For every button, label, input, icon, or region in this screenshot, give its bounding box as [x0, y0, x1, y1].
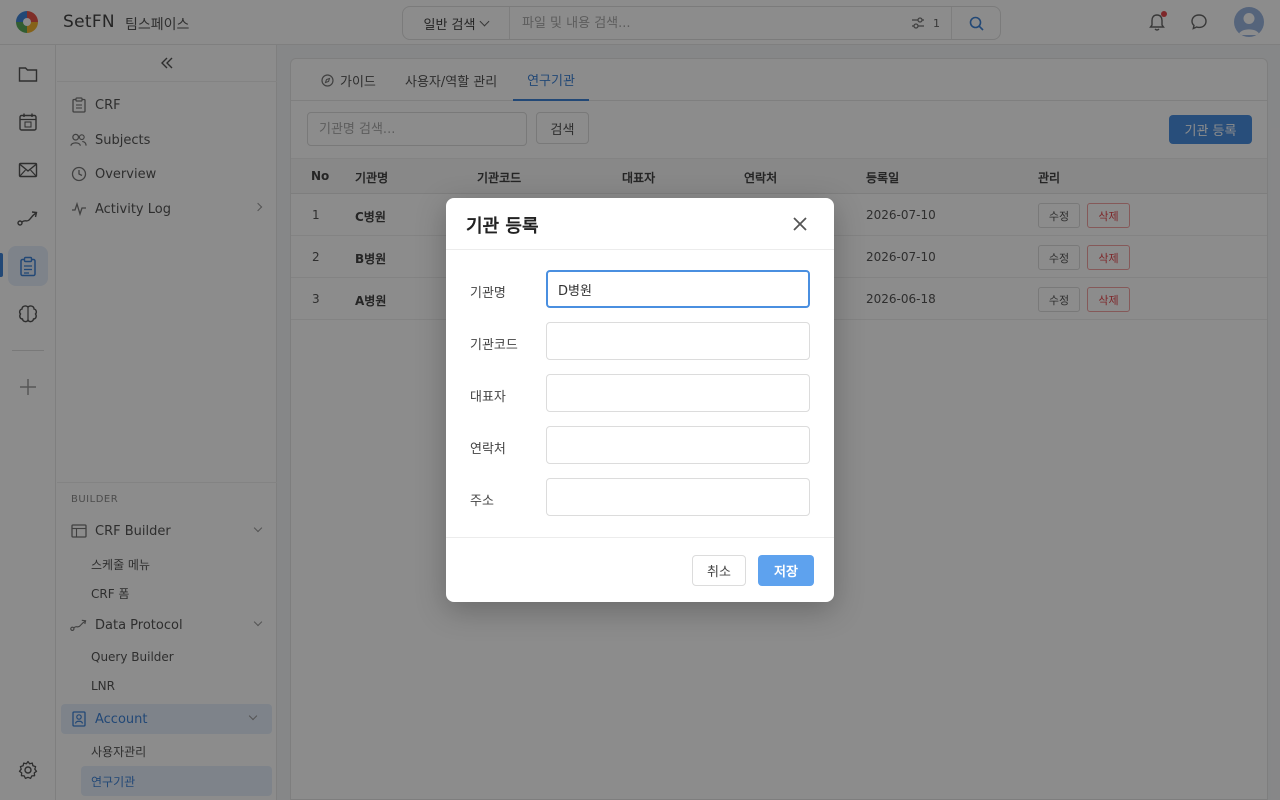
save-button[interactable]: 저장 — [758, 555, 814, 586]
field-label: 기관코드 — [470, 338, 518, 353]
close-icon — [793, 217, 807, 231]
close-button[interactable] — [791, 215, 809, 233]
field-label: 연락처 — [470, 442, 506, 457]
institution-code-field[interactable] — [546, 322, 810, 360]
institution-name-field[interactable] — [546, 270, 810, 308]
register-institution-dialog: 기관 등록 기관명 기관코드 대표자 연락처 주소 취소 저장 — [446, 198, 834, 602]
field-label: 대표자 — [470, 390, 506, 405]
representative-field[interactable] — [546, 374, 810, 412]
dialog-header: 기관 등록 — [446, 198, 834, 250]
dialog-title: 기관 등록 — [466, 216, 539, 237]
address-field[interactable] — [546, 478, 810, 516]
field-label: 주소 — [470, 494, 494, 509]
field-label: 기관명 — [470, 286, 506, 301]
dialog-footer-divider — [446, 537, 834, 538]
cancel-button[interactable]: 취소 — [692, 555, 746, 586]
contact-field[interactable] — [546, 426, 810, 464]
